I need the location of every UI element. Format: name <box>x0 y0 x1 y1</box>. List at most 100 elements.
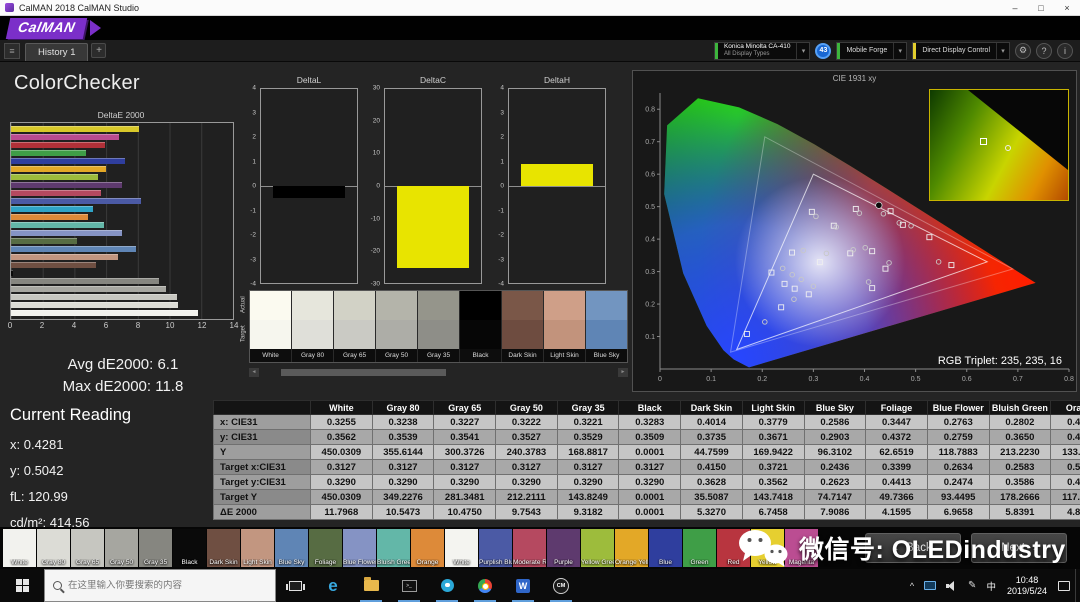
axis-tick-label: 0.8 <box>1064 376 1074 383</box>
patch-swatch[interactable]: Gray 35 <box>139 529 172 567</box>
patch-label: Green <box>683 559 716 566</box>
patch-swatch[interactable]: Blue Sky <box>275 529 308 567</box>
close-button[interactable]: × <box>1054 0 1080 15</box>
patch-swatch[interactable]: Moderate Red <box>513 529 546 567</box>
axis-tick-label: 0.7 <box>645 139 655 146</box>
patch-swatch[interactable]: Gray 80 <box>37 529 70 567</box>
terminal-icon: >_ <box>402 580 417 592</box>
display-control-selector[interactable]: Direct Display Control ▾ <box>912 42 1010 60</box>
patch-swatch[interactable]: Yellow Green <box>581 529 614 567</box>
scroll-left-icon[interactable]: ◄ <box>249 368 259 377</box>
patch-label: Yellow Green <box>581 559 614 566</box>
table-cell: 5.3270 <box>681 505 743 520</box>
tray-clock[interactable]: 10:48 2019/5/24 <box>1001 575 1053 596</box>
taskbar-file-explorer-button[interactable] <box>352 569 390 602</box>
chevron-down-icon[interactable]: ▾ <box>893 43 906 59</box>
patch-swatch[interactable]: Blue <box>649 529 682 567</box>
deltae-bar-row <box>11 198 233 204</box>
menu-button[interactable]: ≡ <box>4 43 20 59</box>
axis-tick-label: 0.1 <box>645 334 655 341</box>
notification-center-icon[interactable] <box>1058 581 1070 591</box>
patch-swatch[interactable]: White <box>445 529 478 567</box>
show-desktop-button[interactable] <box>1075 569 1080 602</box>
taskbar-terminal-button[interactable]: >_ <box>390 569 428 602</box>
taskbar-chat-button[interactable] <box>428 569 466 602</box>
patch-swatch[interactable]: Orange Yellow <box>615 529 648 567</box>
deltae-bar <box>11 254 118 260</box>
target-color <box>502 320 543 349</box>
chevron-down-icon[interactable]: ▾ <box>996 43 1009 59</box>
windows-logo-icon <box>16 579 29 592</box>
minimize-button[interactable]: – <box>1002 0 1028 15</box>
tray-volume-icon[interactable] <box>946 581 958 591</box>
taskbar-calman-button[interactable]: CM <box>542 569 580 602</box>
taskbar-search[interactable] <box>44 569 276 602</box>
calman-logo: CalMAN <box>6 18 87 39</box>
search-input[interactable] <box>68 580 267 591</box>
patch-swatch[interactable]: White <box>3 529 36 567</box>
deltae-bar-row <box>11 262 233 268</box>
tray-ime-indicator[interactable]: 中 <box>981 579 1001 593</box>
deltae-bar-row <box>11 286 233 292</box>
taskbar-wps-button[interactable]: W <box>504 569 542 602</box>
workspace: ColorChecker DeltaE 2000 02468101214 Avg… <box>0 62 1080 527</box>
table-cell: 0.5269 <box>1051 460 1080 475</box>
axis-tick-label: 0.7 <box>1013 376 1023 383</box>
deltae-chart: DeltaE 2000 02468101214 <box>8 110 234 332</box>
add-tab-button[interactable]: + <box>91 43 106 58</box>
patch-swatch[interactable]: Orange <box>411 529 444 567</box>
swatch-label: Light Skin <box>544 349 585 362</box>
axis-tick-label: 0.3 <box>809 376 819 383</box>
deltae-bar-row <box>11 182 233 188</box>
patch-swatch[interactable]: Bluish Green <box>377 529 410 567</box>
patch-swatch[interactable]: Black <box>173 529 206 567</box>
axis-tick-label: 0.8 <box>645 107 655 114</box>
deltae-bar <box>11 174 98 180</box>
tray-expand-icon[interactable]: ^ <box>905 581 919 591</box>
table-cell: 0.3127 <box>372 460 434 475</box>
table-cell: 0.4059 <box>1051 475 1080 490</box>
maximize-button[interactable]: □ <box>1028 0 1054 15</box>
patch-swatch[interactable]: Foliage <box>309 529 342 567</box>
meter-selector[interactable]: Konica Minolta CA-410 All Display Types … <box>714 42 810 60</box>
table-cell: 0.2583 <box>989 460 1051 475</box>
cie-inset-zoom <box>929 89 1069 201</box>
patch-swatch[interactable]: Purplish Blue <box>479 529 512 567</box>
source-selector[interactable]: Mobile Forge ▾ <box>836 42 907 60</box>
tab-history-1[interactable]: History 1 <box>25 43 88 61</box>
patch-swatch[interactable]: Blue Flower <box>343 529 376 567</box>
scroll-track[interactable] <box>259 368 618 377</box>
meter-count-badge: 43 <box>815 43 831 59</box>
table-cell: 0.4410 <box>1051 430 1080 445</box>
table-cell: 0.4150 <box>681 460 743 475</box>
table-cell: 0.0001 <box>619 445 681 460</box>
deltae-bar <box>11 198 141 204</box>
axis-tick-label: -20 <box>371 248 380 255</box>
scroll-right-icon[interactable]: ► <box>618 368 628 377</box>
help-button[interactable]: ? <box>1036 43 1052 59</box>
toolbar-right-group: Konica Minolta CA-410 All Display Types … <box>714 42 1080 60</box>
taskbar-edge-button[interactable]: e <box>314 569 352 602</box>
taskbar-browser-button[interactable] <box>466 569 504 602</box>
swatch-scrollbar[interactable]: ◄ ► <box>249 368 628 377</box>
patch-compare-swatch: Blue Sky <box>586 291 628 362</box>
chevron-down-icon[interactable]: ▾ <box>796 43 809 59</box>
task-view-button[interactable] <box>276 569 314 602</box>
patch-swatch[interactable]: Light Skin <box>241 529 274 567</box>
patch-swatch[interactable]: Green <box>683 529 716 567</box>
cie-current-marker <box>876 202 882 208</box>
patch-swatch[interactable]: Dark Skin <box>207 529 240 567</box>
table-row-label: Target Y <box>214 490 311 505</box>
tray-display-icon[interactable] <box>924 581 936 590</box>
tray-pen-icon[interactable]: ✎ <box>963 580 981 591</box>
scroll-thumb[interactable] <box>281 369 446 376</box>
settings-button[interactable]: ⚙ <box>1015 43 1031 59</box>
patch-label: Purple <box>547 559 580 566</box>
patch-swatch[interactable]: Gray 50 <box>105 529 138 567</box>
patch-swatch[interactable]: Gray 65 <box>71 529 104 567</box>
start-button[interactable] <box>0 569 44 602</box>
table-cell: 0.2474 <box>927 475 989 490</box>
info-button[interactable]: i <box>1057 43 1073 59</box>
table-row-label: Target y:CIE31 <box>214 475 311 490</box>
patch-swatch[interactable]: Purple <box>547 529 580 567</box>
